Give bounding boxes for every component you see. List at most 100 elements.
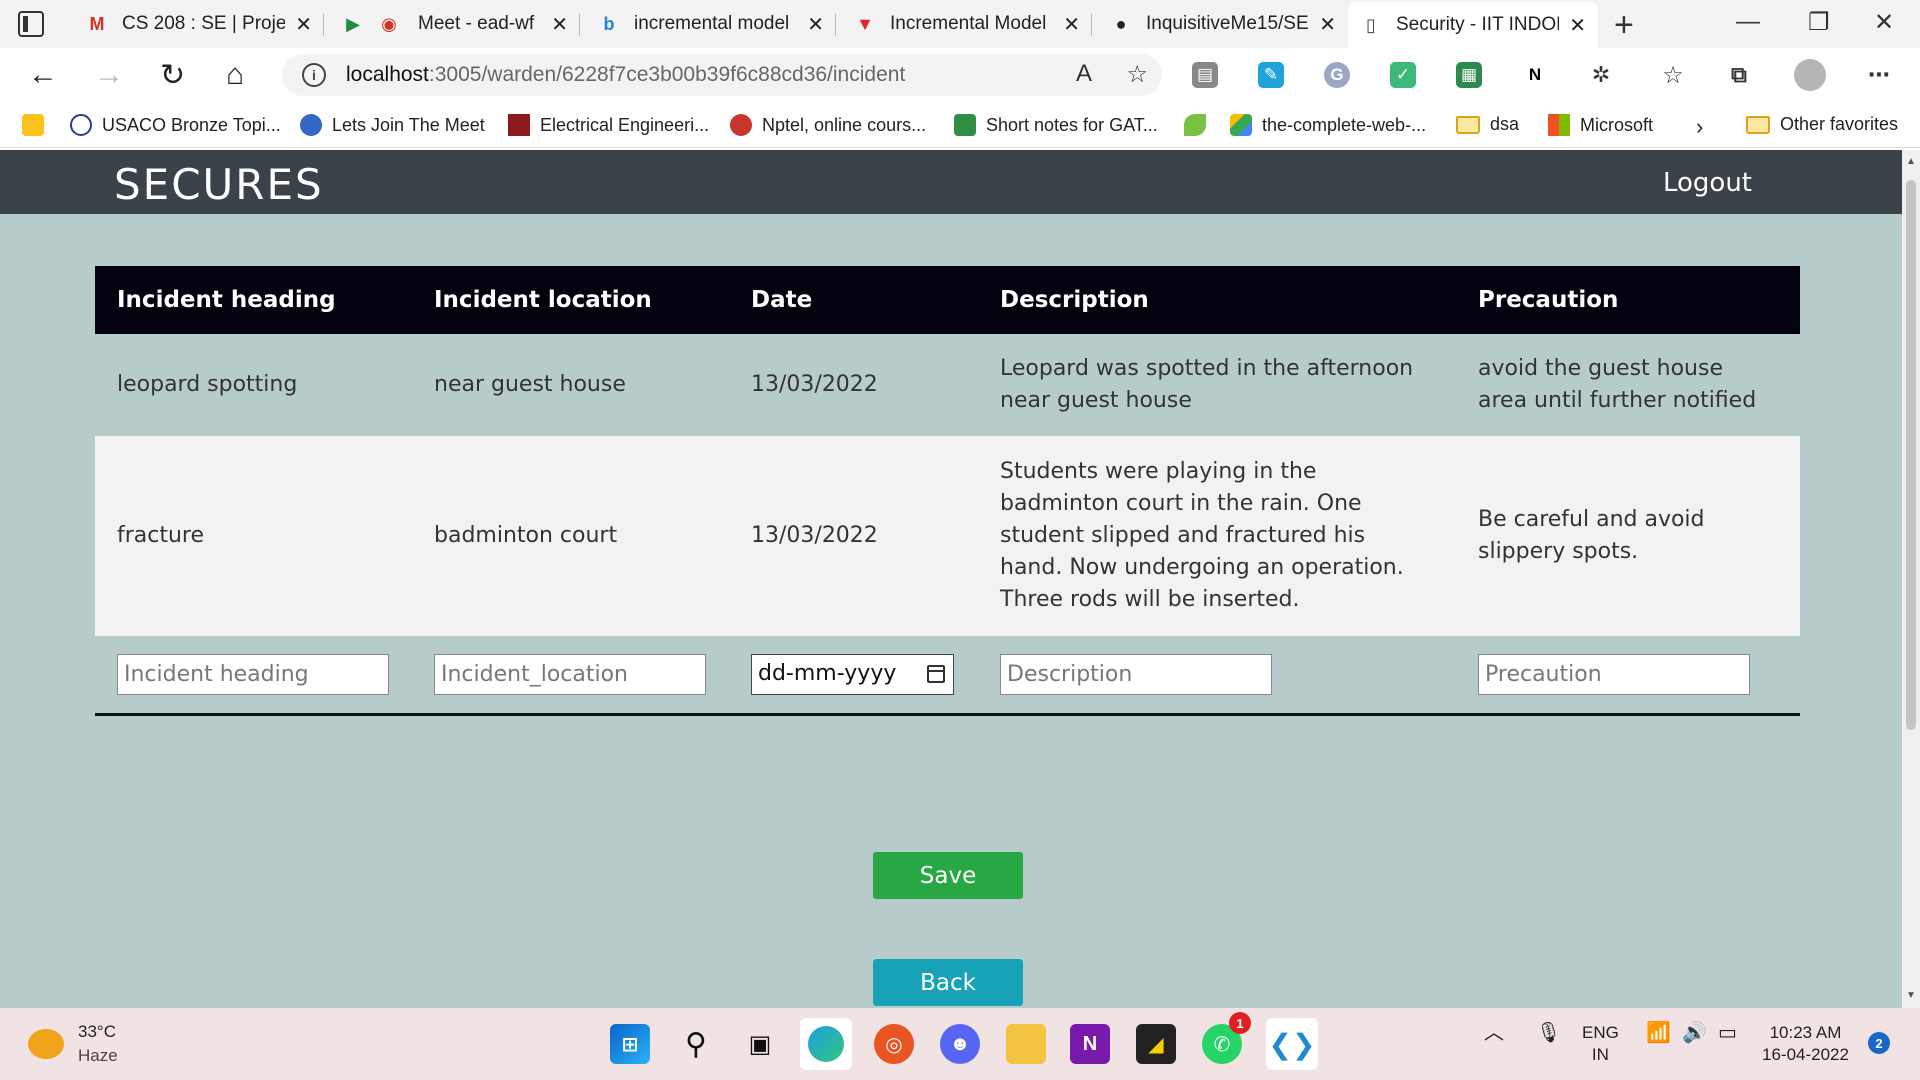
sticky-notes-icon[interactable]: ◢ bbox=[1136, 1024, 1176, 1064]
bookmarks-bar: USACO Bronze Topi... Lets Join The Meet … bbox=[0, 104, 1920, 148]
bookmark-meet[interactable]: Lets Join The Meet bbox=[300, 114, 485, 136]
table-row: leopard spotting near guest house 13/03/… bbox=[95, 334, 1800, 436]
vtube-icon: ▼ bbox=[856, 13, 874, 34]
weather-widget[interactable]: 33°C Haze bbox=[28, 1020, 118, 1068]
collections-icon[interactable]: ⧉ bbox=[1726, 62, 1752, 88]
clock[interactable]: 10:23 AM 16-04-2022 bbox=[1762, 1022, 1849, 1066]
bookmark-gfg[interactable]: Short notes for GAT... bbox=[954, 114, 1158, 136]
extension-notion-icon[interactable]: N bbox=[1522, 62, 1548, 88]
profile-avatar-icon[interactable] bbox=[1794, 59, 1826, 91]
address-bar[interactable]: i localhost:3005/warden/6228f7ce3b00b39f… bbox=[282, 54, 1162, 96]
incident-description-cell: Students were playing in the badminton c… bbox=[978, 436, 1456, 636]
page-scrollbar[interactable]: ▲ ▼ bbox=[1902, 150, 1920, 1008]
close-tab-icon[interactable]: ✕ bbox=[1063, 12, 1080, 37]
discord-icon[interactable]: ☻ bbox=[940, 1024, 980, 1064]
tab-meet[interactable]: ▶ ◉ Meet - ead-wf ✕ bbox=[330, 4, 580, 44]
wifi-icon[interactable]: 📶 bbox=[1646, 1022, 1671, 1044]
volume-icon[interactable]: 🔊 bbox=[1682, 1022, 1707, 1044]
incident-location-input[interactable] bbox=[434, 653, 706, 695]
incident-heading-input[interactable] bbox=[117, 653, 389, 695]
bookmark-dsa[interactable]: dsa bbox=[1456, 114, 1519, 135]
file-explorer-icon[interactable] bbox=[1006, 1024, 1046, 1064]
address-row: ← → ↻ ⌂ i localhost:3005/warden/6228f7ce… bbox=[0, 48, 1920, 104]
vscode-icon[interactable]: ❮❯ bbox=[1266, 1018, 1318, 1070]
microsoft-icon bbox=[1548, 114, 1570, 136]
tab-bing[interactable]: b incremental model ✕ bbox=[586, 4, 836, 44]
add-favorite-icon[interactable]: ☆ bbox=[1126, 60, 1148, 89]
scroll-up-arrow-icon[interactable]: ▲ bbox=[1906, 156, 1916, 167]
url-text[interactable]: localhost:3005/warden/6228f7ce3b00b39f6c… bbox=[346, 63, 905, 87]
meet-icon bbox=[300, 114, 322, 136]
browser-tab-strip: M CS 208 : SE | Project ✕ ▶ ◉ Meet - ead… bbox=[0, 0, 1920, 48]
microphone-icon[interactable]: 🎙 bbox=[1536, 1022, 1561, 1044]
save-button[interactable]: Save bbox=[873, 852, 1023, 899]
bookmark-nptel[interactable]: Nptel, online cours... bbox=[730, 114, 926, 136]
settings-more-icon[interactable]: ⋯ bbox=[1866, 62, 1892, 88]
bookmark-other-favorites[interactable]: Other favorites bbox=[1746, 114, 1898, 135]
tab-actions-icon[interactable] bbox=[18, 11, 44, 37]
incident-precaution-cell: Be careful and avoid slippery spots. bbox=[1456, 436, 1800, 636]
search-icon[interactable]: ⚲ bbox=[676, 1024, 716, 1064]
close-window-icon[interactable]: ✕ bbox=[1874, 8, 1894, 37]
google-meet-icon: ▶ bbox=[346, 13, 360, 34]
back-button[interactable]: Back bbox=[873, 959, 1023, 1006]
bookmark-microsoft[interactable]: Microsoft bbox=[1548, 114, 1653, 136]
back-arrow-icon[interactable]: ← bbox=[28, 58, 58, 92]
page-icon: ▯ bbox=[1366, 14, 1376, 35]
restore-icon[interactable]: ❐ bbox=[1808, 8, 1830, 37]
close-tab-icon[interactable]: ✕ bbox=[295, 12, 312, 37]
refresh-icon[interactable]: ↻ bbox=[160, 58, 185, 93]
ubuntu-icon[interactable]: ◎ bbox=[874, 1024, 914, 1064]
more-bookmarks-chevron-icon[interactable]: › bbox=[1696, 114, 1703, 140]
bookmark-leaf[interactable] bbox=[1184, 114, 1216, 136]
description-input[interactable] bbox=[1000, 653, 1272, 695]
bookmark-keep[interactable] bbox=[22, 114, 54, 136]
read-aloud-icon[interactable]: A bbox=[1076, 60, 1092, 88]
close-tab-icon[interactable]: ✕ bbox=[807, 12, 824, 37]
task-view-icon[interactable]: ▣ bbox=[740, 1024, 780, 1064]
favorites-icon[interactable]: ☆ bbox=[1660, 62, 1686, 89]
extension-pen-icon[interactable]: ✎ bbox=[1258, 62, 1284, 88]
close-tab-icon[interactable]: ✕ bbox=[1569, 13, 1586, 38]
extensions-puzzle-icon[interactable]: ✲ bbox=[1588, 62, 1614, 88]
battery-icon[interactable]: ▭ bbox=[1718, 1022, 1737, 1044]
edge-browser-icon[interactable] bbox=[800, 1018, 852, 1070]
usaco-icon bbox=[70, 114, 92, 136]
bing-icon: b bbox=[603, 13, 615, 34]
gfg-icon bbox=[954, 114, 976, 136]
scroll-down-arrow-icon[interactable]: ▼ bbox=[1906, 990, 1916, 1001]
calendar-icon[interactable] bbox=[927, 664, 945, 683]
onenote-icon[interactable]: N bbox=[1070, 1024, 1110, 1064]
brand-logo[interactable]: SECURES bbox=[114, 160, 324, 209]
forward-arrow-icon[interactable]: → bbox=[94, 58, 124, 92]
logout-link[interactable]: Logout bbox=[1663, 168, 1752, 198]
site-info-icon[interactable]: i bbox=[302, 63, 326, 87]
extension-grammarly-icon[interactable]: G bbox=[1324, 62, 1350, 88]
incident-table: Incident heading Incident location Date … bbox=[95, 266, 1800, 716]
incident-date-cell: 13/03/2022 bbox=[729, 436, 978, 636]
bookmark-usaco[interactable]: USACO Bronze Topi... bbox=[70, 114, 281, 136]
notification-count-badge[interactable]: 2 bbox=[1868, 1032, 1890, 1054]
bookmark-web-course[interactable]: the-complete-web-... bbox=[1230, 114, 1426, 136]
home-icon[interactable]: ⌂ bbox=[226, 58, 244, 92]
language-indicator[interactable]: ENG IN bbox=[1582, 1022, 1619, 1066]
tab-security-active[interactable]: ▯ Security - IIT INDOR ✕ bbox=[1348, 2, 1598, 48]
extension-check-icon[interactable]: ✓ bbox=[1390, 62, 1416, 88]
scrollbar-thumb[interactable] bbox=[1906, 180, 1916, 730]
minimize-icon[interactable]: — bbox=[1736, 8, 1760, 36]
close-tab-icon[interactable]: ✕ bbox=[551, 12, 568, 37]
close-tab-icon[interactable]: ✕ bbox=[1319, 12, 1336, 37]
show-hidden-icons-chevron-icon[interactable]: ︿ bbox=[1484, 1022, 1504, 1044]
column-header: Incident location bbox=[412, 266, 729, 334]
tab-gmail[interactable]: M CS 208 : SE | Project ✕ bbox=[74, 4, 324, 44]
incident-date-input[interactable]: dd-mm-yyyy bbox=[751, 653, 954, 695]
extension-copy-icon[interactable]: ▤ bbox=[1192, 62, 1218, 88]
precaution-input[interactable] bbox=[1478, 653, 1750, 695]
windows-start-icon[interactable]: ⊞ bbox=[610, 1024, 650, 1064]
incident-date-cell: 13/03/2022 bbox=[729, 334, 978, 436]
new-tab-button[interactable]: + bbox=[1614, 6, 1634, 45]
tab-incremental-model[interactable]: ▼ Incremental Model ✕ bbox=[842, 4, 1092, 44]
bookmark-electrical[interactable]: Electrical Engineeri... bbox=[508, 114, 709, 136]
tab-github[interactable]: ● InquisitiveMe15/SE ✕ bbox=[1098, 4, 1348, 44]
extension-calendar-icon[interactable]: ▦ bbox=[1456, 62, 1482, 88]
